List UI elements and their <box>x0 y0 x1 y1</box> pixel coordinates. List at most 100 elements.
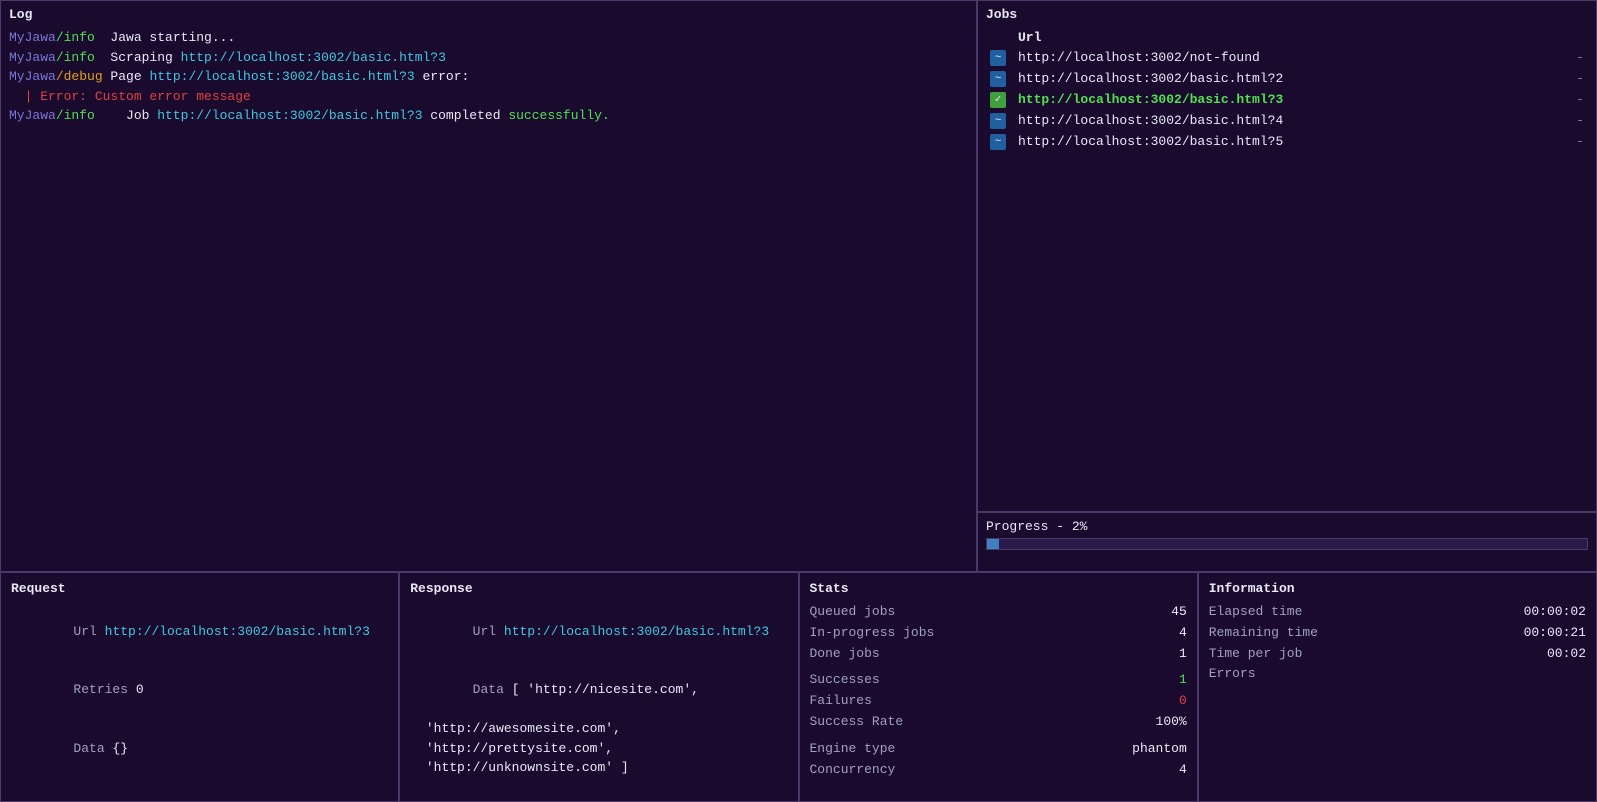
stats-row-6: Success Rate 100% <box>810 712 1187 733</box>
log-app-2: MyJawa <box>9 50 56 65</box>
stats-key-6: Success Rate <box>810 712 904 733</box>
stats-rows: Queued jobs45In-progress jobs4Done jobs1… <box>810 602 1187 780</box>
response-url-label: Url <box>473 624 504 639</box>
response-url-row: Url http://localhost:3002/basic.html?3 <box>410 602 787 661</box>
progress-bar-bg <box>986 538 1588 550</box>
response-title: Response <box>410 581 787 596</box>
stats-key-9: Concurrency <box>810 760 896 781</box>
jobs-status-4: ~ <box>986 131 1014 152</box>
log-level-5: /info <box>56 108 95 123</box>
jobs-extra-3: - <box>1568 110 1588 131</box>
jobs-url-1: http://localhost:3002/basic.html?2 <box>1014 68 1568 89</box>
stats-key-8: Engine type <box>810 739 896 760</box>
log-text-1: Jawa starting... <box>95 30 235 45</box>
response-data-line2: 'http://prettysite.com', <box>410 739 787 759</box>
jobs-header-row: Url <box>986 28 1588 47</box>
checkmark-icon: ✓ <box>990 92 1006 108</box>
jobs-status-2: ✓ <box>986 89 1014 110</box>
request-data-val: {} <box>112 741 128 756</box>
jobs-extra-4: - <box>1568 131 1588 152</box>
jobs-row-3: ~ http://localhost:3002/basic.html?4- <box>986 110 1588 131</box>
stats-val-5: 0 <box>1179 691 1187 712</box>
response-panel: Response Url http://localhost:3002/basic… <box>399 572 798 802</box>
response-data-line1: 'http://awesomesite.com', <box>410 719 787 739</box>
log-text-5b: completed <box>423 108 509 123</box>
jobs-col-url: Url <box>1014 28 1568 47</box>
right-column: Jobs Url ~http://localhost:3002/not-foun… <box>977 0 1597 572</box>
jobs-body: ~http://localhost:3002/not-found-~http:/… <box>986 47 1588 152</box>
log-panel: Log MyJawa/info Jawa starting... MyJawa/… <box>0 0 977 572</box>
log-level-3: /debug <box>56 69 103 84</box>
stats-title: Stats <box>810 581 1187 596</box>
info-key-2: Time per job <box>1209 644 1303 665</box>
info-row-2: Time per job 00:02 <box>1209 644 1586 665</box>
jobs-row-4: ~http://localhost:3002/basic.html?5- <box>986 131 1588 152</box>
jobs-row-2: ✓ http://localhost:3002/basic.html?3- <box>986 89 1588 110</box>
response-status-row: Status 200 <box>410 778 787 802</box>
information-title: Information <box>1209 581 1586 596</box>
log-title: Log <box>9 7 968 22</box>
response-url-val: http://localhost:3002/basic.html?3 <box>504 624 769 639</box>
log-text-3a: Page <box>103 69 150 84</box>
stats-row-8: Engine type phantom <box>810 739 1187 760</box>
stats-val-1: 4 <box>1179 623 1187 644</box>
info-row-3: Errors <box>1209 664 1586 685</box>
info-key-0: Elapsed time <box>1209 602 1303 623</box>
log-content: MyJawa/info Jawa starting... MyJawa/info… <box>9 28 968 126</box>
jobs-extra-2: - <box>1568 89 1588 110</box>
jobs-status-3: ~ <box>986 110 1014 131</box>
progress-label: Progress - 2% <box>986 519 1588 534</box>
response-data-l3: 'http://unknownsite.com' ] <box>410 760 628 775</box>
info-val-2: 00:02 <box>1547 644 1586 665</box>
response-data-line3: 'http://unknownsite.com' ] <box>410 758 787 778</box>
progress-panel: Progress - 2% <box>977 512 1597 572</box>
jobs-row-0: ~ http://localhost:3002/not-found- <box>986 47 1588 68</box>
info-key-3: Errors <box>1209 664 1256 685</box>
request-url-row: Url http://localhost:3002/basic.html?3 <box>11 602 388 661</box>
info-row-1: Remaining time00:00:21 <box>1209 623 1586 644</box>
log-text-5a: Job <box>95 108 157 123</box>
tilde-icon: ~ <box>990 113 1006 129</box>
log-line-5: MyJawa/info Job http://localhost:3002/ba… <box>9 106 968 126</box>
stats-row-9: Concurrency 4 <box>810 760 1187 781</box>
jobs-url-0: http://localhost:3002/not-found <box>1014 47 1568 68</box>
info-val-0: 00:00:02 <box>1524 602 1586 623</box>
stats-val-6: 100% <box>1156 712 1187 733</box>
jobs-url-2: http://localhost:3002/basic.html?3 <box>1014 89 1568 110</box>
jobs-extra-0: - <box>1568 47 1588 68</box>
jobs-url-3: http://localhost:3002/basic.html?4 <box>1014 110 1568 131</box>
log-line-4: | Error: Custom error message <box>9 87 968 107</box>
response-data-line0: [ 'http://nicesite.com', <box>512 682 699 697</box>
log-text-2a: Scraping <box>95 50 181 65</box>
stats-row-1: In-progress jobs4 <box>810 623 1187 644</box>
stats-row-5: Failures0 <box>810 691 1187 712</box>
stats-val-0: 45 <box>1171 602 1187 623</box>
bottom-row: Request Url http://localhost:3002/basic.… <box>0 572 1597 802</box>
request-retries-label: Retries <box>73 682 135 697</box>
log-line-1: MyJawa/info Jawa starting... <box>9 28 968 48</box>
stats-panel: Stats Queued jobs45In-progress jobs4Done… <box>799 572 1198 802</box>
log-url-3: http://localhost:3002/basic.html?3 <box>149 69 414 84</box>
stats-val-9: 4 <box>1179 760 1187 781</box>
log-line-3: MyJawa/debug Page http://localhost:3002/… <box>9 67 968 87</box>
request-title: Request <box>11 581 388 596</box>
request-data-label: Data <box>73 741 112 756</box>
jobs-title: Jobs <box>986 7 1588 22</box>
response-data-label: Data <box>473 682 512 697</box>
request-url-val: http://localhost:3002/basic.html?3 <box>105 624 370 639</box>
tilde-icon: ~ <box>990 134 1006 150</box>
info-row-0: Elapsed time 00:00:02 <box>1209 602 1586 623</box>
info-key-1: Remaining time <box>1209 623 1318 644</box>
response-data-l1: 'http://awesomesite.com', <box>410 721 621 736</box>
information-panel: Information Elapsed time00:00:02Remainin… <box>1198 572 1597 802</box>
stats-key-2: Done jobs <box>810 644 880 665</box>
log-error-4: | Error: Custom error message <box>9 89 251 104</box>
info-rows: Elapsed time 00:00:02Remaining time00:00:… <box>1209 602 1586 685</box>
jobs-status-1: ~ <box>986 68 1014 89</box>
tilde-icon: ~ <box>990 50 1006 66</box>
jobs-col-extra <box>1568 28 1588 47</box>
request-retries-row: Retries 0 <box>11 661 388 720</box>
log-line-2: MyJawa/info Scraping http://localhost:30… <box>9 48 968 68</box>
jobs-status-0: ~ <box>986 47 1014 68</box>
stats-val-8: phantom <box>1132 739 1187 760</box>
